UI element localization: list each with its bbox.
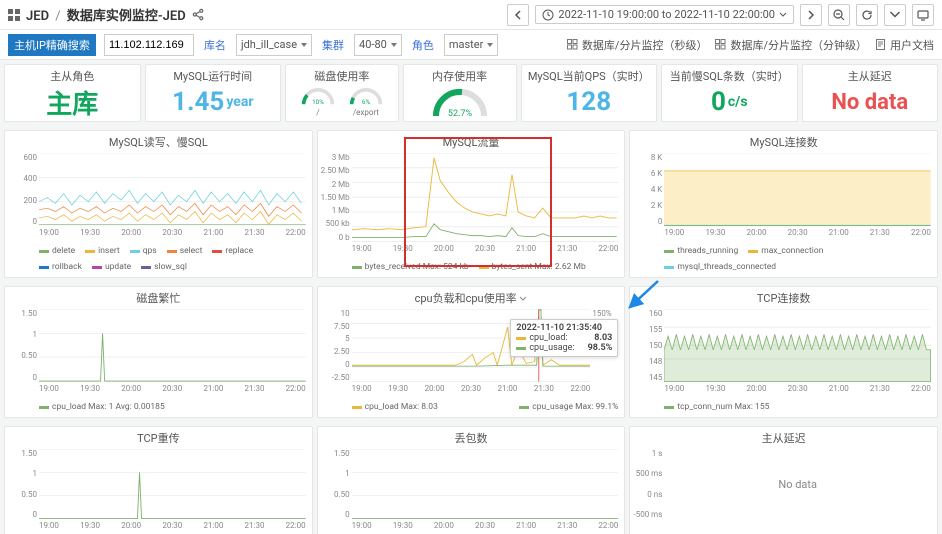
db-select[interactable]: jdh_ill_case <box>236 34 312 56</box>
db-label: 库名 <box>202 37 228 53</box>
chevron-down-icon <box>779 11 787 19</box>
stat-uptime-unit: year <box>226 94 253 110</box>
panel-mysql-connections[interactable]: MySQL连接数 8 K6 K4 K2 K0 19:0019:3020:0020… <box>629 130 938 278</box>
role-label: 角色 <box>410 37 436 53</box>
nodata-text: No data <box>778 478 817 491</box>
chart-body[interactable]: 1.5010.500 19:0019:3020:0020:3021:0021:3… <box>5 445 312 534</box>
stat-role-value: 主库 <box>46 84 98 121</box>
chart-tooltip: 2022-11-10 21:35:40 cpu_load:8.03 cpu_us… <box>510 319 618 357</box>
panel-title: TCP重传 <box>5 427 312 445</box>
role-select[interactable]: master <box>444 34 498 56</box>
panel-qps[interactable]: MySQL当前QPS（实时） 128 <box>521 64 658 122</box>
panel-title: 内存使用率 <box>404 65 516 83</box>
link-shard-sec[interactable]: 数据库/分片监控（秒级） <box>567 37 708 53</box>
link-docs[interactable]: 用户文档 <box>875 37 934 53</box>
time-range-text: 2022-11-10 19:00:00 to 2022-11-10 22:00:… <box>558 8 775 21</box>
panel-cpu-load-usage[interactable]: cpu负载和cpu使用率 107.5052.500-2.50 150% 19:0… <box>317 286 626 418</box>
breadcrumb-root[interactable]: JED <box>26 9 49 24</box>
refresh-button[interactable] <box>856 4 878 26</box>
panel-title: TCP连接数 <box>630 287 937 305</box>
svg-text:6%: 6% <box>362 98 371 106</box>
chart-legend[interactable]: cpu_load Max: 1 Avg: 0.00185 <box>5 400 312 417</box>
panel-title: 丢包数 <box>318 427 625 445</box>
page-header: JED / 数据库实例监控-JED 2022-11-10 19:00:00 to… <box>0 0 942 30</box>
stat-qps-value: 128 <box>566 87 611 117</box>
chart-body[interactable]: 160155150148145 19:0019:3020:0020:3021:0… <box>630 305 937 400</box>
chart-legend[interactable]: deleteinsertqpsselectreplacerollbackupda… <box>5 244 312 277</box>
stat-slow-value: 0 <box>711 87 726 117</box>
panel-title: MySQL读写、慢SQL <box>5 131 312 149</box>
breadcrumb[interactable]: JED / 数据库实例监控-JED <box>26 5 186 24</box>
chart-body[interactable]: 8 K6 K4 K2 K0 19:0019:3020:0020:3021:002… <box>630 149 937 244</box>
gauge-disk-root: 10% / <box>299 86 337 117</box>
panel-slow-sql[interactable]: 当前慢SQL条数（实时） 0 c/s <box>661 64 798 122</box>
gauge-mem: 52.7% <box>430 83 490 123</box>
panel-mysql-traffic[interactable]: MySQL流量 3 Mb2.50 Mb2 Mb1.50 Mb1 Mb500 kb… <box>317 130 626 278</box>
panel-title: MySQL运行时间 <box>146 65 281 83</box>
stat-lag-value: No data <box>831 90 908 115</box>
panel-mem-usage[interactable]: 内存使用率 52.7% <box>403 64 517 122</box>
chart-legend[interactable]: cpu_load Max: 8.03 cpu_usage Max: 99.1% <box>318 400 625 417</box>
chevron-down-icon <box>519 295 527 303</box>
panel-title: cpu负载和cpu使用率 <box>318 287 625 305</box>
time-range-picker[interactable]: 2022-11-10 19:00:00 to 2022-11-10 22:00:… <box>535 5 794 24</box>
panel-tcp-retrans[interactable]: TCP重传 1.5010.500 19:0019:3020:0020:3021:… <box>4 426 313 534</box>
share-icon[interactable] <box>192 8 205 21</box>
panel-lag-rt[interactable]: 主从延迟 No data <box>802 64 939 122</box>
chart-legend[interactable]: bytes_received Max: 524 kb bytes_sent Ma… <box>318 260 625 277</box>
cluster-select[interactable]: 40-80 <box>354 34 402 56</box>
chart-body[interactable]: 1.5010.500 19:0019:3020:0020:3021:0021:3… <box>5 305 312 400</box>
panel-title: 主从延迟 <box>630 427 937 445</box>
svg-text:10%: 10% <box>312 98 324 106</box>
tv-mode-button[interactable] <box>912 4 934 26</box>
zoom-out-button[interactable] <box>828 4 850 26</box>
time-back-button[interactable] <box>507 4 529 26</box>
gauge-disk-export: 6% /export <box>347 86 385 117</box>
host-ip-input[interactable] <box>104 34 194 56</box>
chart-legend[interactable]: tcp_conn_num Max: 155 <box>630 400 937 417</box>
stat-uptime-value: 1.45 <box>172 87 224 117</box>
panel-title: MySQL流量 <box>318 131 625 149</box>
panel-title: MySQL当前QPS（实时） <box>522 65 657 83</box>
panel-title: 主从延迟 <box>803 65 938 83</box>
cluster-label: 集群 <box>320 37 346 53</box>
svg-text:52.7%: 52.7% <box>448 109 473 119</box>
panel-title: 磁盘繁忙 <box>5 287 312 305</box>
panel-role[interactable]: 主从角色 主库 <box>4 64 141 122</box>
panel-title: 磁盘使用率 <box>286 65 398 83</box>
panel-title: MySQL连接数 <box>630 131 937 149</box>
panel-replication-lag[interactable]: 主从延迟 1 s500 ms0 ns-500 ms No data <box>629 426 938 534</box>
chart-body[interactable]: 3 Mb2.50 Mb2 Mb1.50 Mb1 Mb500 kb0 b 19:0… <box>318 149 625 260</box>
filter-bar: 主机IP精确搜索 库名 jdh_ill_case 集群 40-80 角色 mas… <box>0 30 942 60</box>
stat-slow-unit: c/s <box>728 94 748 110</box>
chart-body[interactable]: 1 s500 ms0 ns-500 ms No data <box>630 445 937 534</box>
panel-title: 当前慢SQL条数（实时） <box>662 65 797 83</box>
panel-disk-usage[interactable]: 磁盘使用率 10% / 6% /export <box>285 64 399 122</box>
link-shard-min[interactable]: 数据库/分片监控（分钟级） <box>715 37 867 53</box>
panel-disk-busy[interactable]: 磁盘繁忙 1.5010.500 19:0019:3020:0020:3021:0… <box>4 286 313 418</box>
panel-mysql-rw-slow[interactable]: MySQL读写、慢SQL 6004002000 19:0019:3020:002… <box>4 130 313 278</box>
panel-title: 主从角色 <box>5 65 140 83</box>
panel-tcp-connections[interactable]: TCP连接数 160155150148145 19:0019:3020:0020… <box>629 286 938 418</box>
panel-uptime[interactable]: MySQL运行时间 1.45 year <box>145 64 282 122</box>
chart-body[interactable]: 1.5010.500 19:0019:3020:0020:3021:0021:3… <box>318 445 625 534</box>
panel-packet-loss[interactable]: 丢包数 1.5010.500 19:0019:3020:0020:3021:00… <box>317 426 626 534</box>
host-search-label: 主机IP精确搜索 <box>8 34 96 56</box>
time-forward-button[interactable] <box>800 4 822 26</box>
breadcrumb-page[interactable]: 数据库实例监控-JED <box>67 9 186 24</box>
chart-legend[interactable]: threads_runningmax_connectionmysql_threa… <box>630 244 937 277</box>
dashboards-icon[interactable] <box>8 9 20 21</box>
refresh-interval-dropdown[interactable] <box>884 4 906 26</box>
chart-body[interactable]: 6004002000 19:0019:3020:0020:3021:0021:3… <box>5 149 312 244</box>
